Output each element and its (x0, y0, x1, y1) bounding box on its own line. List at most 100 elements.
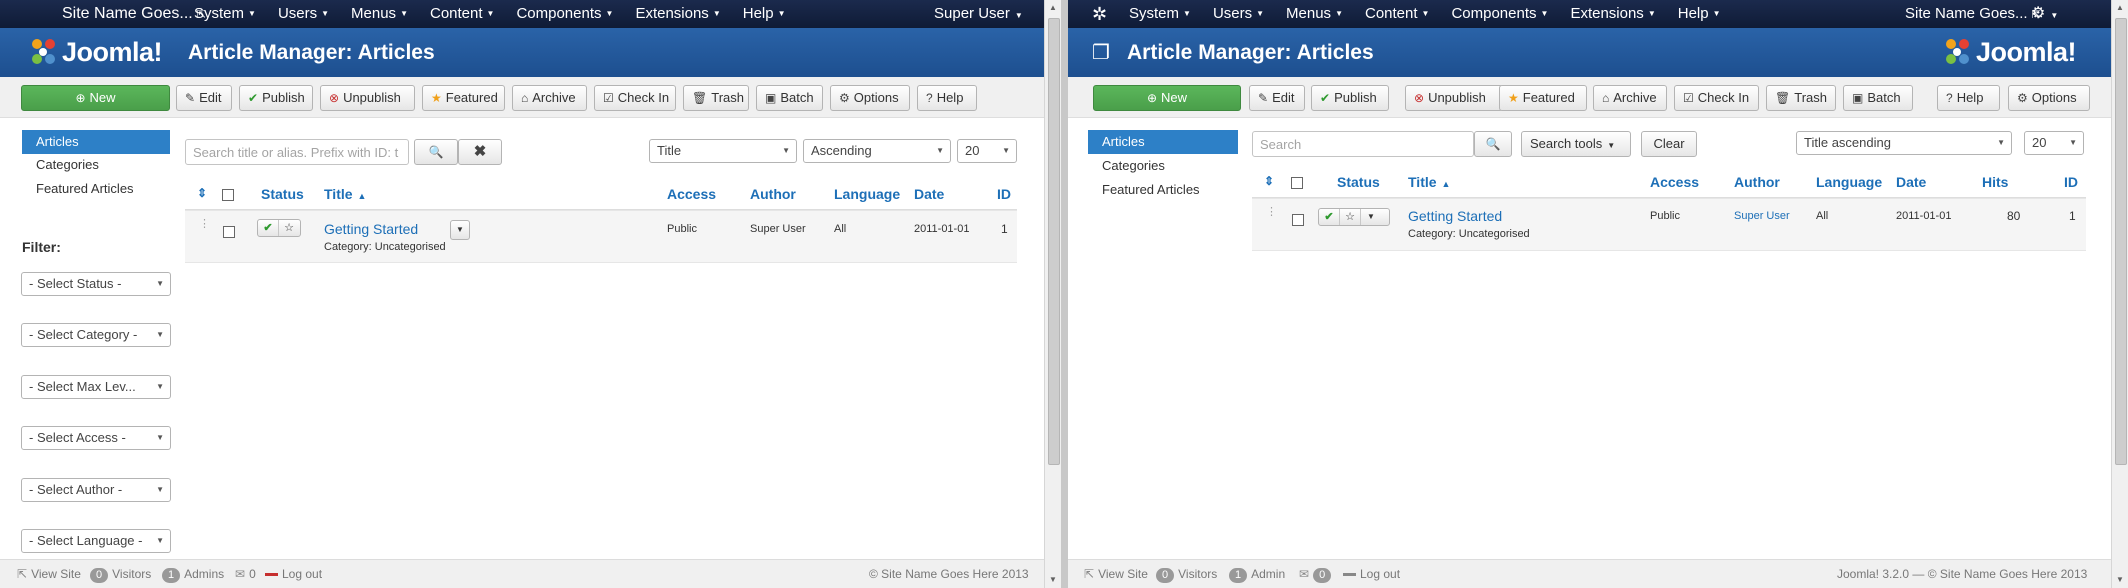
trash-button[interactable]: 🗑 Trash (1766, 85, 1836, 111)
joomla-menu-icon[interactable]: ✲ (1092, 0, 1107, 28)
column-header-date[interactable]: Date (1896, 174, 1926, 190)
menu-users[interactable]: Users ▼ (1213, 0, 1264, 28)
search-tools-button[interactable]: Search tools ▼ (1521, 131, 1631, 157)
scrollbar-thumb[interactable] (1048, 18, 1060, 465)
menu-users[interactable]: Users ▼ (278, 0, 329, 28)
new-button[interactable]: ⊕ New (21, 85, 170, 111)
view-site-link[interactable]: ⇱ View Site (17, 560, 81, 588)
select-language[interactable]: - Select Language - ▼ (21, 529, 171, 553)
featured-button[interactable]: ★ Featured (422, 85, 505, 111)
sidebar-item-featured-articles[interactable]: Featured Articles (22, 177, 170, 201)
column-header-title[interactable]: Title ▲ (1408, 174, 1450, 190)
menu-extensions[interactable]: Extensions ▼ (1570, 0, 1655, 28)
column-header-id[interactable]: ID (997, 186, 1011, 202)
column-header-language[interactable]: Language (834, 186, 900, 202)
drag-handle-icon[interactable]: ⋮ (199, 219, 210, 230)
left-vertical-scrollbar[interactable]: ▲ ▼ (1044, 0, 1061, 588)
ordering-select[interactable]: Title ascending ▼ (1796, 131, 2012, 155)
select-max-levels[interactable]: - Select Max Lev... ▼ (21, 375, 171, 399)
clear-button[interactable]: Clear (1641, 131, 1697, 157)
check-in-button[interactable]: ☑ Check In (594, 85, 676, 111)
limit-select[interactable]: 20 ▼ (957, 139, 1017, 163)
new-button[interactable]: ⊕ New (1093, 85, 1241, 111)
published-toggle-icon[interactable]: ✔ (258, 220, 279, 236)
unpublish-button[interactable]: ⊗ Unpublish (320, 85, 415, 111)
menu-content[interactable]: Content ▼ (430, 0, 494, 28)
sidebar-item-articles[interactable]: Articles (1088, 130, 1238, 154)
publish-button[interactable]: ✔ Publish (1311, 85, 1389, 111)
menu-components[interactable]: Components ▼ (1451, 0, 1548, 28)
options-button[interactable]: ⚙ Options (830, 85, 910, 111)
menu-help[interactable]: Help ▼ (1678, 0, 1721, 28)
edit-button[interactable]: ✎ Edit (176, 85, 232, 111)
scroll-down-icon[interactable]: ▼ (1045, 572, 1061, 588)
article-title-link[interactable]: Getting Started (1408, 208, 1502, 224)
featured-toggle-icon[interactable]: ☆ (279, 220, 299, 236)
sidebar-item-articles[interactable]: Articles (22, 130, 170, 154)
column-header-id[interactable]: ID (2064, 174, 2078, 190)
sidebar-item-categories[interactable]: Categories (1088, 154, 1238, 178)
menu-content[interactable]: Content ▼ (1365, 0, 1429, 28)
archive-button[interactable]: ⌂ Archive (1593, 85, 1667, 111)
menu-menus[interactable]: Menus ▼ (1286, 0, 1343, 28)
site-name-link[interactable]: Site Name Goes... ⇱ (1905, 0, 2041, 29)
column-header-title[interactable]: Title ▲ (324, 186, 366, 202)
search-button[interactable]: 🔍 (414, 139, 458, 165)
check-all-checkbox[interactable] (222, 189, 234, 201)
caret-down-icon[interactable]: ▼ (1361, 209, 1381, 225)
limit-select[interactable]: 20 ▼ (2024, 131, 2084, 155)
scroll-up-icon[interactable]: ▲ (2112, 0, 2128, 16)
column-header-access[interactable]: Access (1650, 174, 1699, 190)
publish-button[interactable]: ✔ Publish (239, 85, 313, 111)
help-button[interactable]: ? Help (917, 85, 977, 111)
options-button[interactable]: ⚙ Options (2008, 85, 2090, 111)
column-header-hits[interactable]: Hits (1982, 174, 2008, 190)
menu-extensions[interactable]: Extensions ▼ (635, 0, 720, 28)
sidebar-item-categories[interactable]: Categories (22, 153, 170, 177)
article-author-link[interactable]: Super User (1734, 210, 1790, 222)
article-title-link[interactable]: Getting Started (324, 221, 418, 237)
logout-link[interactable]: Log out (265, 560, 322, 588)
edit-button[interactable]: ✎ Edit (1249, 85, 1305, 111)
search-input[interactable] (185, 139, 409, 165)
row-checkbox[interactable] (1292, 214, 1304, 226)
check-in-button[interactable]: ☑ Check In (1674, 85, 1759, 111)
ordering-select[interactable]: Title ▼ (649, 139, 797, 163)
ordering-sort-icon[interactable]: ⇕ (1264, 174, 1274, 188)
logout-link[interactable]: Log out (1343, 560, 1400, 588)
check-all-checkbox[interactable] (1291, 177, 1303, 189)
column-header-access[interactable]: Access (667, 186, 716, 202)
select-category[interactable]: - Select Category - ▼ (21, 323, 171, 347)
search-button[interactable]: 🔍 (1474, 131, 1512, 157)
archive-button[interactable]: ⌂ Archive (512, 85, 587, 111)
sidebar-item-featured-articles[interactable]: Featured Articles (1088, 178, 1238, 202)
select-author[interactable]: - Select Author - ▼ (21, 478, 171, 502)
trash-button[interactable]: 🗑 Trash (683, 85, 749, 111)
menu-components[interactable]: Components ▼ (516, 0, 613, 28)
column-header-status[interactable]: Status (1337, 174, 1380, 190)
direction-select[interactable]: Ascending ▼ (803, 139, 951, 163)
batch-button[interactable]: ▣ Batch (1843, 85, 1913, 111)
scroll-down-icon[interactable]: ▼ (2112, 572, 2128, 588)
user-menu[interactable]: Super User ▼ (934, 0, 1023, 30)
site-name-link[interactable]: Site Name Goes... ⇱ (62, 0, 206, 29)
select-status[interactable]: - Select Status - ▼ (21, 272, 171, 296)
clear-button[interactable]: ✖ (458, 139, 502, 165)
column-header-language[interactable]: Language (1816, 174, 1882, 190)
scroll-up-icon[interactable]: ▲ (1045, 0, 1061, 16)
right-vertical-scrollbar[interactable]: ▲ ▼ (2111, 0, 2128, 588)
menu-help[interactable]: Help ▼ (743, 0, 786, 28)
user-menu[interactable]: ⚙ ▼ (2031, 0, 2058, 30)
column-header-author[interactable]: Author (1734, 174, 1780, 190)
row-actions-dropdown[interactable]: ▼ (450, 220, 470, 240)
search-input[interactable] (1252, 131, 1474, 157)
column-header-status[interactable]: Status (261, 186, 304, 202)
menu-menus[interactable]: Menus ▼ (351, 0, 408, 28)
batch-button[interactable]: ▣ Batch (756, 85, 823, 111)
scrollbar-thumb[interactable] (2115, 18, 2127, 465)
column-header-author[interactable]: Author (750, 186, 796, 202)
menu-system[interactable]: System ▼ (194, 0, 256, 28)
featured-button[interactable]: ★ Featured (1499, 85, 1587, 111)
menu-system[interactable]: System ▼ (1129, 0, 1191, 28)
help-button[interactable]: ? Help (1937, 85, 2000, 111)
